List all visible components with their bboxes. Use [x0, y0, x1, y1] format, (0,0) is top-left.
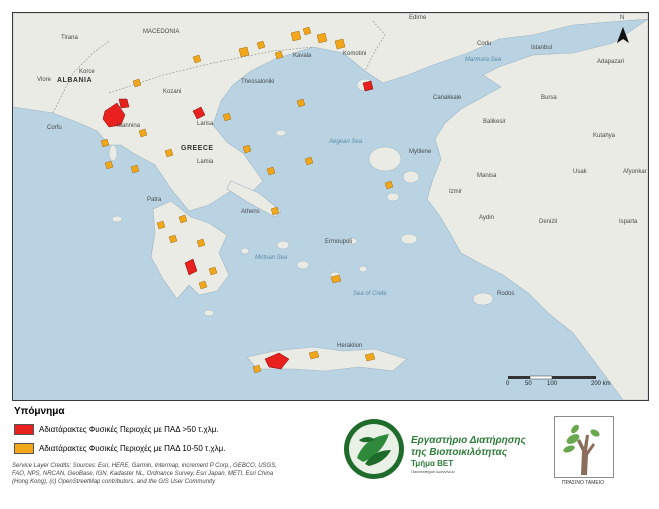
- place-label: Ioannina: [117, 123, 141, 129]
- green-fund-logo: [554, 416, 614, 478]
- tree-icon: [563, 424, 600, 475]
- place-label: Tirana: [61, 35, 78, 41]
- legend-swatch-red: [14, 424, 34, 435]
- place-label: Vlore: [37, 77, 52, 83]
- service-credits: Service Layer Credits: Sources: Esri, HE…: [12, 463, 277, 485]
- label-albania: ALBANIA: [57, 77, 92, 84]
- place-label: Balikesir: [483, 119, 506, 125]
- land-peloponnese: [150, 200, 230, 300]
- label-sea-marmara: Marmara Sea: [465, 57, 502, 63]
- place-label: Mytilene: [409, 149, 432, 155]
- scale-label: 0: [506, 381, 510, 387]
- label-sea-mirtoan: Mirtoan Sea: [255, 255, 288, 261]
- place-label: Istanbul: [531, 45, 553, 51]
- place-label: Komotini: [343, 51, 367, 57]
- scale-label: 100: [547, 381, 558, 387]
- place-label: Afyonkar: [623, 169, 647, 175]
- legend-label: Αδιατάρακτες Φυσικές Περιοχές με ΠΑΔ >50…: [39, 425, 219, 434]
- place-label: Usak: [573, 169, 587, 175]
- green-fund-label: ΠΡΑΣΙΝΟ ΤΑΜΕΙΟ: [562, 480, 604, 486]
- place-label: Patra: [147, 197, 162, 203]
- place-label: Isparta: [619, 219, 638, 225]
- place-label: Corfu: [47, 125, 62, 131]
- place-label: Thessaloniki: [241, 79, 275, 85]
- place-label: MACEDONIA: [143, 29, 180, 35]
- place-label: Aydin: [479, 215, 494, 221]
- label-greece: GREECE: [181, 145, 214, 152]
- place-label: Corlu: [477, 41, 492, 47]
- north-label: N: [620, 15, 625, 21]
- legend-item-large: Αδιατάρακτες Φυσικές Περιοχές με ΠΑΔ >50…: [14, 424, 219, 435]
- place-label: Canakkale: [433, 95, 462, 101]
- legend-title: Υπόμνημα: [14, 406, 65, 417]
- basemap: [13, 13, 648, 400]
- place-label: Edirne: [409, 15, 427, 21]
- place-label: Heraklion: [337, 343, 363, 349]
- lab-name-line1: Εργαστήριο Διατήρησης: [411, 435, 526, 446]
- place-label: Manisa: [477, 173, 497, 179]
- lab-department: Τμήμα ΒΕΤ: [411, 459, 454, 468]
- land-anatolia: [426, 18, 648, 400]
- place-label: Kavala: [293, 53, 312, 59]
- lab-logo: [343, 418, 405, 480]
- lab-name-line2: της Βιοποικιλότητας: [411, 447, 508, 458]
- map-frame[interactable]: N ALBANIA GREECE Marmara Sea Aegean Sea …: [12, 12, 649, 401]
- place-label: Kozani: [163, 89, 182, 95]
- legend-swatch-orange: [14, 443, 34, 454]
- place-label: Ermoupoli: [325, 239, 353, 245]
- label-sea-aegean: Aegean Sea: [329, 139, 363, 145]
- place-label: Bursa: [541, 95, 557, 101]
- legend-item-medium: Αδιατάρακτες Φυσικές Περιοχές με ΠΑΔ 10-…: [14, 443, 225, 454]
- legend-label: Αδιατάρακτες Φυσικές Περιοχές με ΠΑΔ 10-…: [39, 444, 226, 453]
- scale-bar: [508, 375, 596, 380]
- place-label: Lamia: [197, 159, 214, 165]
- scale-label: 200 km: [591, 381, 611, 387]
- label-sea-crete: Sea of Crete: [353, 291, 387, 297]
- place-label: Denizli: [539, 219, 558, 225]
- leaf-emblem-icon: [344, 419, 404, 479]
- place-label: Athens: [241, 209, 260, 215]
- place-label: Izmir: [449, 189, 462, 195]
- scale-label: 50: [525, 381, 532, 387]
- place-label: Larisa: [197, 121, 214, 127]
- lab-university: Πανεπιστήμιο Ιωαννίνων: [411, 469, 455, 474]
- place-label: Rodos: [497, 291, 515, 297]
- place-label: Adapazari: [597, 59, 625, 65]
- place-label: Korce: [79, 69, 95, 75]
- place-label: Kutahya: [593, 133, 616, 139]
